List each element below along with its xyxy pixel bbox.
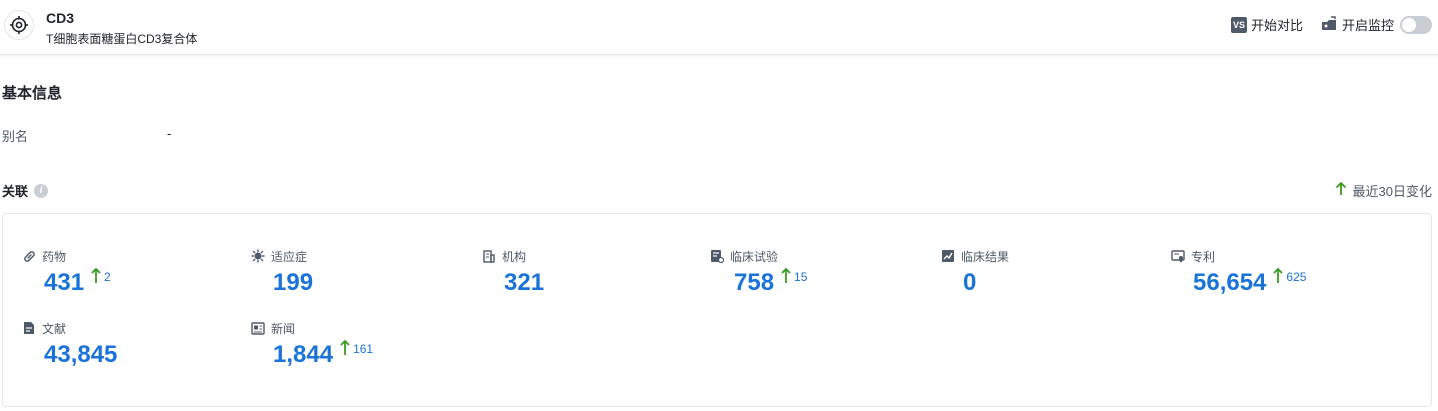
delta-value: 2: [104, 270, 111, 284]
delta-value: 625: [1286, 270, 1307, 284]
compare-button[interactable]: VS 开始对比: [1230, 15, 1303, 34]
alias-label: 别名: [2, 129, 29, 144]
stat-patents[interactable]: 专利 56,654 625: [1171, 248, 1306, 297]
stat-value[interactable]: 43,845: [44, 341, 117, 369]
target-icon: [4, 10, 34, 40]
stat-news[interactable]: 新闻 1,844 161: [251, 320, 373, 369]
stat-label: 临床试验: [730, 249, 779, 264]
stat-clinical-results[interactable]: 临床结果 0: [941, 248, 1009, 297]
monitor-label: 开启监控: [1341, 18, 1394, 33]
monitor-control[interactable]: 开启监控: [1321, 15, 1432, 34]
stat-label: 新闻: [271, 321, 296, 336]
newspaper-icon: [251, 321, 265, 335]
arrow-up-icon: [1273, 268, 1284, 283]
monitor-toggle[interactable]: [1400, 15, 1432, 34]
stat-label: 机构: [502, 249, 527, 264]
chart-doc-icon: [941, 249, 955, 263]
stat-literature[interactable]: 文献 43,845: [22, 320, 117, 369]
stat-delta: 161: [340, 340, 373, 356]
arrow-up-icon: [1335, 181, 1347, 199]
stat-label: 专利: [1191, 249, 1216, 264]
stat-label: 药物: [42, 249, 67, 264]
stat-drugs[interactable]: 药物 431 2: [22, 248, 111, 297]
page-header: CD3 T细胞表面糖蛋白CD3复合体 VS 开始对比 开启监控: [0, 0, 1438, 55]
pill-icon: [22, 249, 36, 263]
stat-value[interactable]: 56,654: [1193, 269, 1266, 297]
stat-value[interactable]: 431: [44, 269, 84, 297]
arrow-up-icon: [91, 268, 101, 283]
vs-icon: VS: [1230, 16, 1247, 33]
page-subtitle: T细胞表面糖蛋白CD3复合体: [46, 32, 198, 46]
stat-value[interactable]: 199: [273, 269, 313, 297]
document-icon: [22, 321, 36, 335]
stat-indications[interactable]: 适应症 199: [251, 248, 313, 297]
recent-change-legend: 最近30日变化: [1335, 181, 1432, 200]
virus-icon: [251, 249, 265, 263]
stat-value[interactable]: 758: [734, 269, 774, 297]
info-icon[interactable]: i: [34, 183, 49, 198]
stat-value[interactable]: 0: [963, 269, 976, 297]
stat-value[interactable]: 1,844: [273, 341, 333, 369]
compare-label: 开始对比: [1250, 18, 1303, 33]
page-title: CD3: [46, 10, 75, 26]
stat-label: 适应症: [271, 249, 308, 264]
stat-delta: 625: [1273, 268, 1306, 284]
delta-value: 15: [794, 270, 808, 284]
delta-value: 161: [353, 342, 374, 356]
stat-delta: 15: [781, 268, 807, 284]
stat-clinical-trials[interactable]: 临床试验 758 15: [710, 248, 807, 297]
recent-change-label: 最近30日变化: [1352, 184, 1432, 199]
arrow-up-icon: [340, 340, 350, 355]
stat-label: 文献: [42, 321, 67, 336]
relations-title-text: 关联: [2, 184, 29, 199]
stat-delta: 2: [91, 268, 111, 284]
stat-value[interactable]: 321: [504, 269, 544, 297]
stat-label: 临床结果: [961, 249, 1010, 264]
building-icon: [482, 249, 496, 263]
monitor-icon: [1321, 15, 1338, 34]
basic-info-title: 基本信息: [2, 85, 63, 102]
certificate-icon: [1171, 249, 1185, 263]
stat-organizations[interactable]: 机构 321: [482, 248, 544, 297]
clipboard-icon: [710, 249, 724, 263]
relations-panel: 药物 431 2 适应症 199 机构 321 临床试验 758 15 临床结果…: [2, 213, 1432, 407]
relations-title: 关联 i: [2, 181, 49, 200]
arrow-up-icon: [781, 268, 791, 283]
alias-value: -: [167, 126, 172, 141]
